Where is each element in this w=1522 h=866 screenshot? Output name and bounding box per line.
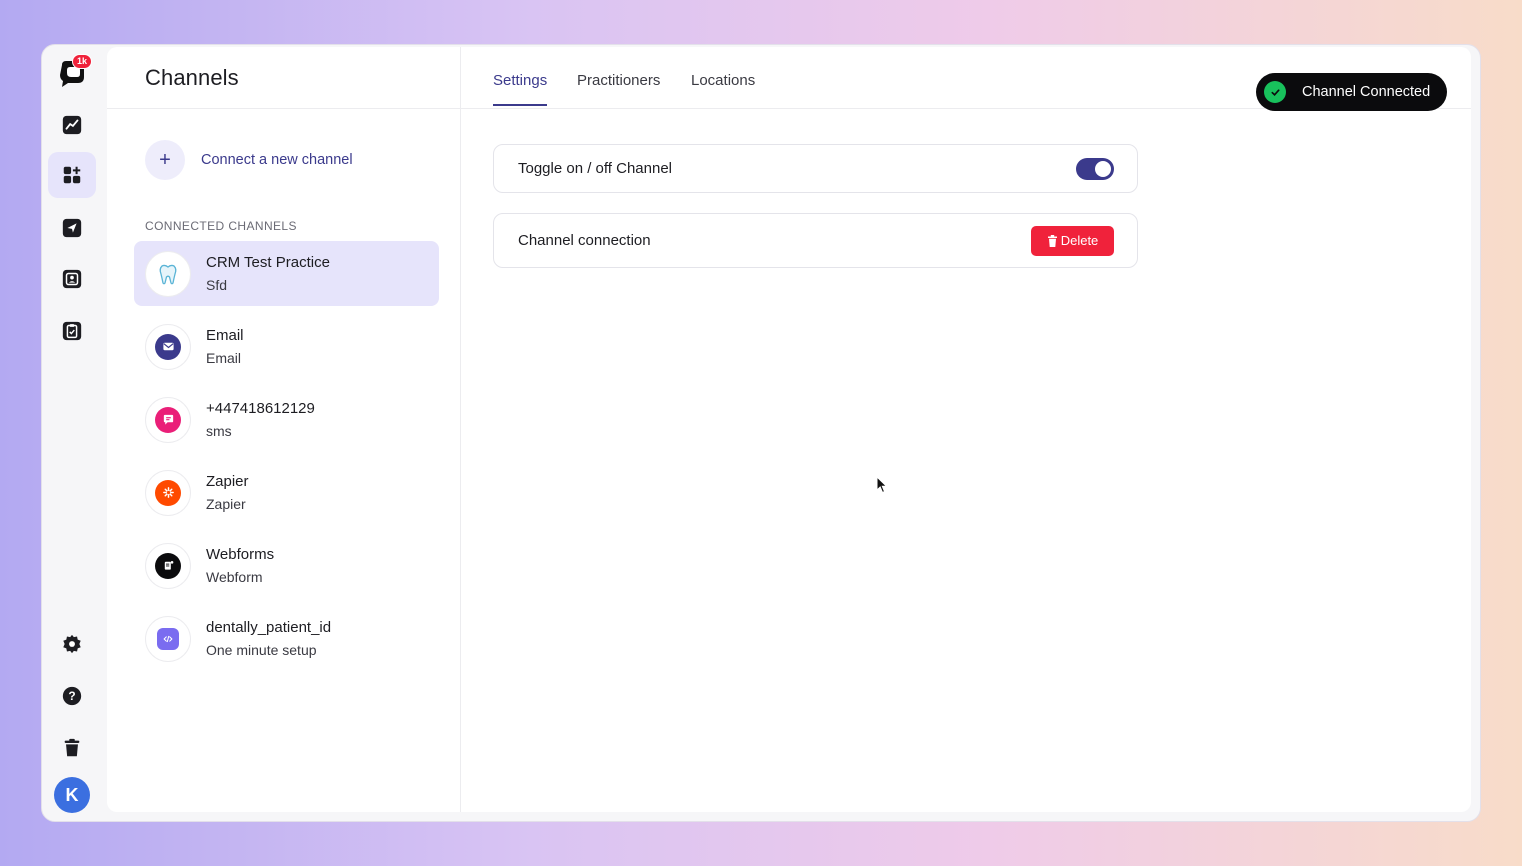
icon-rail: 1k ? K — [42, 45, 106, 821]
channel-icon-wrap — [145, 396, 191, 443]
rail-item-settings[interactable] — [48, 621, 96, 667]
rail-item-analytics[interactable] — [48, 102, 96, 148]
chart-line-icon — [62, 115, 82, 135]
delete-channel-button[interactable]: Delete — [1031, 225, 1114, 256]
channel-connected-toast: Channel Connected — [1256, 73, 1447, 111]
channel-type: Sfd — [206, 276, 228, 293]
rail-item-help[interactable]: ? — [48, 673, 96, 719]
channel-icon-wrap — [145, 615, 191, 662]
tab-practitioners[interactable]: Practitioners — [577, 72, 660, 104]
rail-item-campaigns[interactable] — [48, 205, 96, 251]
channel-icon-wrap — [145, 469, 191, 516]
clipboard-check-icon — [62, 321, 82, 341]
envelope-icon — [155, 333, 181, 360]
help-icon: ? — [62, 686, 82, 706]
channel-name: +447418612129 — [206, 399, 315, 417]
svg-text:?: ? — [68, 689, 75, 703]
trash-icon — [64, 738, 80, 757]
main-panel: Channels + Connect a new channel CONNECT… — [107, 47, 1471, 812]
trash-icon — [1047, 234, 1057, 247]
channels-header: Channels — [107, 47, 460, 109]
webform-icon — [155, 552, 181, 579]
channel-type: Email — [206, 349, 242, 366]
connect-new-channel-label: Connect a new channel — [201, 152, 353, 168]
mouse-cursor-icon — [876, 476, 888, 494]
toggle-channel-card: Toggle on / off Channel — [493, 144, 1138, 193]
toggle-channel-label: Toggle on / off Channel — [518, 160, 673, 177]
delete-label: Delete — [1060, 233, 1099, 248]
page-title: Channels — [145, 64, 239, 90]
tab-locations[interactable]: Locations — [691, 72, 755, 104]
rail-item-channels[interactable] — [48, 152, 96, 198]
send-icon — [62, 218, 82, 238]
channel-type: One minute setup — [206, 641, 317, 658]
logo-badge: 1k — [72, 54, 93, 69]
code-icon — [157, 627, 179, 650]
channel-name: Email — [206, 326, 244, 344]
channel-item-email[interactable]: Email Email — [134, 314, 439, 379]
connected-channels-heading: CONNECTED CHANNELS — [145, 219, 297, 233]
channel-item-sms[interactable]: +447418612129 sms — [134, 387, 439, 452]
connect-new-channel-button[interactable]: + Connect a new channel — [145, 140, 353, 180]
gear-icon — [63, 634, 81, 654]
user-avatar[interactable]: K — [54, 777, 90, 813]
app-window: 1k ? K Channels + Connect a new channel … — [41, 44, 1481, 822]
apps-plus-icon — [63, 166, 81, 184]
tooth-icon — [145, 250, 191, 297]
channel-name: Webforms — [206, 545, 275, 563]
tab-settings[interactable]: Settings — [493, 72, 548, 106]
toast-message: Channel Connected — [1302, 84, 1431, 100]
channels-sidebar: Channels + Connect a new channel CONNECT… — [107, 47, 461, 812]
channel-name: CRM Test Practice — [206, 253, 330, 271]
channel-item-crm[interactable]: CRM Test Practice Sfd — [134, 241, 439, 306]
plus-icon: + — [145, 140, 185, 180]
rail-item-trash[interactable] — [48, 725, 96, 771]
channel-toggle-switch[interactable] — [1076, 157, 1114, 180]
check-icon — [1264, 81, 1286, 103]
channel-type: sms — [206, 422, 232, 439]
channel-type: Zapier — [206, 495, 246, 512]
channel-item-dentally[interactable]: dentally_patient_id One minute setup — [134, 606, 439, 671]
channel-connection-card: Channel connection Delete — [493, 213, 1138, 268]
channel-name: dentally_patient_id — [206, 618, 332, 636]
channel-name: Zapier — [206, 472, 249, 490]
channel-item-zapier[interactable]: Zapier Zapier — [134, 460, 439, 525]
channel-list: CRM Test Practice Sfd Email Email +44741… — [134, 241, 439, 679]
channel-type: Webform — [206, 568, 263, 585]
channel-icon-wrap — [145, 323, 191, 370]
channel-icon-wrap — [145, 542, 191, 589]
rail-item-tasks[interactable] — [48, 308, 96, 354]
channel-item-webforms[interactable]: Webforms Webform — [134, 533, 439, 598]
contact-icon — [62, 269, 82, 289]
sms-icon — [155, 406, 181, 433]
rail-item-contacts[interactable] — [48, 256, 96, 302]
channel-connection-label: Channel connection — [518, 232, 651, 249]
zapier-icon — [155, 479, 181, 506]
